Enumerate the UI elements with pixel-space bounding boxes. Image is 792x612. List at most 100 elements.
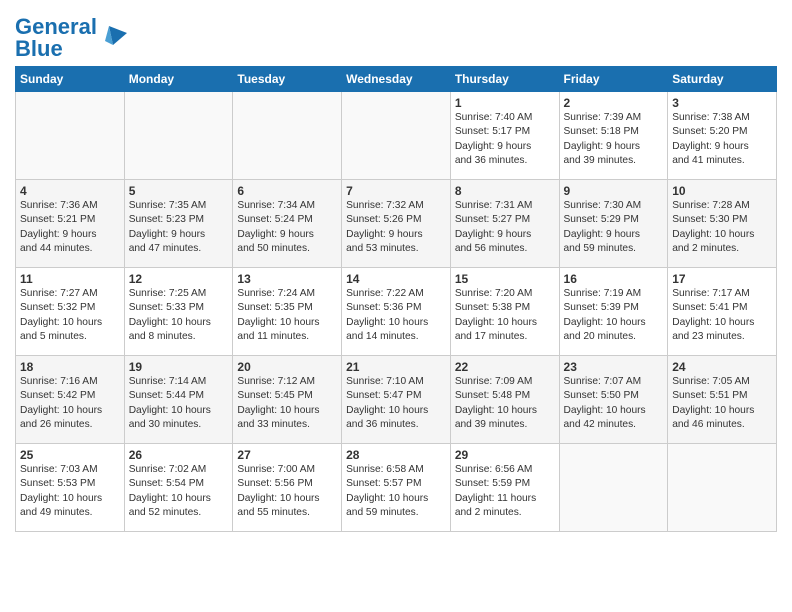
calendar-cell: 8Sunrise: 7:31 AM Sunset: 5:27 PM Daylig… — [450, 180, 559, 268]
calendar-header-row: SundayMondayTuesdayWednesdayThursdayFrid… — [16, 67, 777, 92]
day-info: Sunrise: 7:32 AM Sunset: 5:26 PM Dayligh… — [346, 199, 446, 256]
day-info: Sunrise: 7:05 AM Sunset: 5:51 PM Dayligh… — [672, 375, 772, 432]
calendar-week-row: 1Sunrise: 7:40 AM Sunset: 5:17 PM Daylig… — [16, 92, 777, 180]
day-number: 11 — [20, 272, 120, 286]
calendar-week-row: 4Sunrise: 7:36 AM Sunset: 5:21 PM Daylig… — [16, 180, 777, 268]
calendar-cell: 28Sunrise: 6:58 AM Sunset: 5:57 PM Dayli… — [342, 444, 451, 532]
logo-text-colored: Blue — [15, 36, 63, 61]
day-info: Sunrise: 7:09 AM Sunset: 5:48 PM Dayligh… — [455, 375, 555, 432]
calendar-cell: 25Sunrise: 7:03 AM Sunset: 5:53 PM Dayli… — [16, 444, 125, 532]
day-info: Sunrise: 7:22 AM Sunset: 5:36 PM Dayligh… — [346, 287, 446, 344]
calendar-cell: 26Sunrise: 7:02 AM Sunset: 5:54 PM Dayli… — [124, 444, 233, 532]
calendar-cell: 16Sunrise: 7:19 AM Sunset: 5:39 PM Dayli… — [559, 268, 668, 356]
day-number: 6 — [237, 184, 337, 198]
day-info: Sunrise: 7:14 AM Sunset: 5:44 PM Dayligh… — [129, 375, 229, 432]
day-number: 19 — [129, 360, 229, 374]
day-info: Sunrise: 7:35 AM Sunset: 5:23 PM Dayligh… — [129, 199, 229, 256]
day-info: Sunrise: 7:10 AM Sunset: 5:47 PM Dayligh… — [346, 375, 446, 432]
day-info: Sunrise: 7:39 AM Sunset: 5:18 PM Dayligh… — [564, 111, 664, 168]
day-info: Sunrise: 7:02 AM Sunset: 5:54 PM Dayligh… — [129, 463, 229, 520]
calendar-cell: 6Sunrise: 7:34 AM Sunset: 5:24 PM Daylig… — [233, 180, 342, 268]
calendar-cell: 9Sunrise: 7:30 AM Sunset: 5:29 PM Daylig… — [559, 180, 668, 268]
calendar-header-wednesday: Wednesday — [342, 67, 451, 92]
logo: General Blue — [15, 16, 129, 60]
calendar-cell: 23Sunrise: 7:07 AM Sunset: 5:50 PM Dayli… — [559, 356, 668, 444]
day-number: 29 — [455, 448, 555, 462]
calendar-header-monday: Monday — [124, 67, 233, 92]
day-number: 3 — [672, 96, 772, 110]
day-info: Sunrise: 7:28 AM Sunset: 5:30 PM Dayligh… — [672, 199, 772, 256]
day-number: 22 — [455, 360, 555, 374]
calendar-week-row: 25Sunrise: 7:03 AM Sunset: 5:53 PM Dayli… — [16, 444, 777, 532]
calendar-cell: 3Sunrise: 7:38 AM Sunset: 5:20 PM Daylig… — [668, 92, 777, 180]
day-info: Sunrise: 7:25 AM Sunset: 5:33 PM Dayligh… — [129, 287, 229, 344]
day-number: 12 — [129, 272, 229, 286]
day-info: Sunrise: 7:17 AM Sunset: 5:41 PM Dayligh… — [672, 287, 772, 344]
day-number: 26 — [129, 448, 229, 462]
day-number: 20 — [237, 360, 337, 374]
calendar-cell: 11Sunrise: 7:27 AM Sunset: 5:32 PM Dayli… — [16, 268, 125, 356]
day-number: 13 — [237, 272, 337, 286]
day-number: 15 — [455, 272, 555, 286]
calendar-week-row: 18Sunrise: 7:16 AM Sunset: 5:42 PM Dayli… — [16, 356, 777, 444]
calendar-table: SundayMondayTuesdayWednesdayThursdayFrid… — [15, 66, 777, 532]
calendar-cell: 20Sunrise: 7:12 AM Sunset: 5:45 PM Dayli… — [233, 356, 342, 444]
header: General Blue — [15, 10, 777, 60]
calendar-header-sunday: Sunday — [16, 67, 125, 92]
day-info: Sunrise: 6:58 AM Sunset: 5:57 PM Dayligh… — [346, 463, 446, 520]
day-number: 23 — [564, 360, 664, 374]
day-number: 16 — [564, 272, 664, 286]
day-number: 14 — [346, 272, 446, 286]
day-number: 18 — [20, 360, 120, 374]
calendar-cell: 2Sunrise: 7:39 AM Sunset: 5:18 PM Daylig… — [559, 92, 668, 180]
calendar-cell: 29Sunrise: 6:56 AM Sunset: 5:59 PM Dayli… — [450, 444, 559, 532]
day-info: Sunrise: 7:38 AM Sunset: 5:20 PM Dayligh… — [672, 111, 772, 168]
day-number: 10 — [672, 184, 772, 198]
logo-icon — [99, 21, 129, 51]
calendar-cell: 18Sunrise: 7:16 AM Sunset: 5:42 PM Dayli… — [16, 356, 125, 444]
day-number: 7 — [346, 184, 446, 198]
calendar-cell — [342, 92, 451, 180]
day-number: 17 — [672, 272, 772, 286]
day-info: Sunrise: 6:56 AM Sunset: 5:59 PM Dayligh… — [455, 463, 555, 520]
calendar-cell — [559, 444, 668, 532]
calendar-cell: 27Sunrise: 7:00 AM Sunset: 5:56 PM Dayli… — [233, 444, 342, 532]
calendar-cell — [668, 444, 777, 532]
calendar-cell: 17Sunrise: 7:17 AM Sunset: 5:41 PM Dayli… — [668, 268, 777, 356]
day-info: Sunrise: 7:34 AM Sunset: 5:24 PM Dayligh… — [237, 199, 337, 256]
day-number: 4 — [20, 184, 120, 198]
calendar-cell: 24Sunrise: 7:05 AM Sunset: 5:51 PM Dayli… — [668, 356, 777, 444]
day-number: 27 — [237, 448, 337, 462]
calendar-cell: 7Sunrise: 7:32 AM Sunset: 5:26 PM Daylig… — [342, 180, 451, 268]
calendar-cell: 14Sunrise: 7:22 AM Sunset: 5:36 PM Dayli… — [342, 268, 451, 356]
day-number: 1 — [455, 96, 555, 110]
calendar-cell: 22Sunrise: 7:09 AM Sunset: 5:48 PM Dayli… — [450, 356, 559, 444]
day-info: Sunrise: 7:20 AM Sunset: 5:38 PM Dayligh… — [455, 287, 555, 344]
calendar-header-friday: Friday — [559, 67, 668, 92]
calendar-cell: 15Sunrise: 7:20 AM Sunset: 5:38 PM Dayli… — [450, 268, 559, 356]
day-info: Sunrise: 7:24 AM Sunset: 5:35 PM Dayligh… — [237, 287, 337, 344]
day-info: Sunrise: 7:31 AM Sunset: 5:27 PM Dayligh… — [455, 199, 555, 256]
calendar-cell — [233, 92, 342, 180]
day-number: 28 — [346, 448, 446, 462]
day-number: 5 — [129, 184, 229, 198]
calendar-header-saturday: Saturday — [668, 67, 777, 92]
day-info: Sunrise: 7:40 AM Sunset: 5:17 PM Dayligh… — [455, 111, 555, 168]
calendar-cell: 12Sunrise: 7:25 AM Sunset: 5:33 PM Dayli… — [124, 268, 233, 356]
calendar-cell: 19Sunrise: 7:14 AM Sunset: 5:44 PM Dayli… — [124, 356, 233, 444]
calendar-week-row: 11Sunrise: 7:27 AM Sunset: 5:32 PM Dayli… — [16, 268, 777, 356]
calendar-cell: 5Sunrise: 7:35 AM Sunset: 5:23 PM Daylig… — [124, 180, 233, 268]
day-number: 9 — [564, 184, 664, 198]
calendar-cell — [16, 92, 125, 180]
day-number: 8 — [455, 184, 555, 198]
day-info: Sunrise: 7:00 AM Sunset: 5:56 PM Dayligh… — [237, 463, 337, 520]
day-info: Sunrise: 7:19 AM Sunset: 5:39 PM Dayligh… — [564, 287, 664, 344]
calendar-cell: 13Sunrise: 7:24 AM Sunset: 5:35 PM Dayli… — [233, 268, 342, 356]
day-info: Sunrise: 7:03 AM Sunset: 5:53 PM Dayligh… — [20, 463, 120, 520]
calendar-cell: 4Sunrise: 7:36 AM Sunset: 5:21 PM Daylig… — [16, 180, 125, 268]
day-number: 24 — [672, 360, 772, 374]
day-info: Sunrise: 7:27 AM Sunset: 5:32 PM Dayligh… — [20, 287, 120, 344]
day-info: Sunrise: 7:16 AM Sunset: 5:42 PM Dayligh… — [20, 375, 120, 432]
day-number: 21 — [346, 360, 446, 374]
calendar-cell — [124, 92, 233, 180]
